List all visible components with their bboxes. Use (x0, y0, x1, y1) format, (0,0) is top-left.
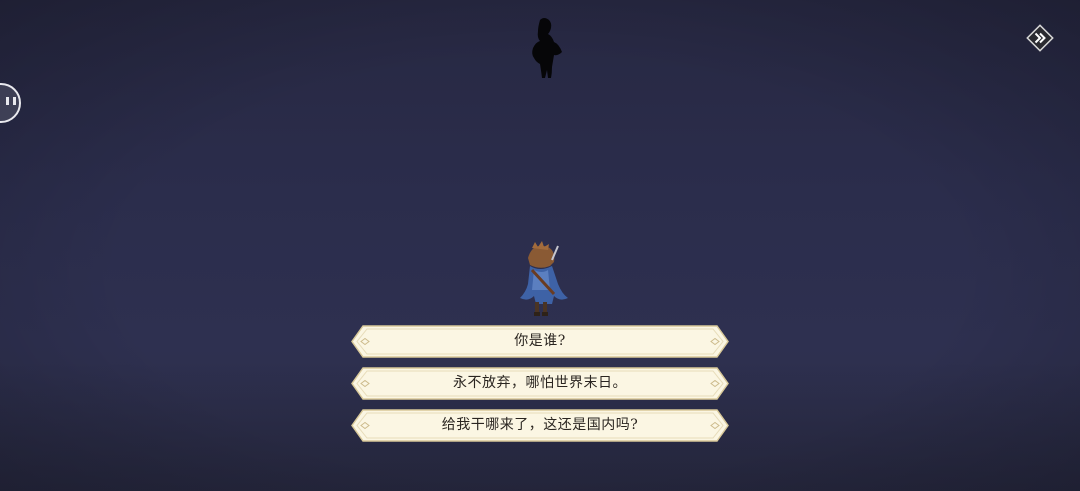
choice-label: 给我干哪来了，这还是国内吗? (441, 417, 639, 433)
choice-label: 永不放弃，哪怕世界末日。 (453, 375, 627, 391)
choice-option-1[interactable]: 你是谁? (351, 325, 729, 358)
chat-bubble-icon (0, 83, 21, 123)
choice-option-3[interactable]: 给我干哪来了，这还是国内吗? (351, 409, 729, 442)
skip-button[interactable] (1026, 24, 1054, 52)
choice-option-2[interactable]: 永不放弃，哪怕世界末日。 (351, 367, 729, 400)
shadow-figure-icon (532, 18, 562, 78)
choice-label: 你是谁? (514, 333, 566, 349)
dialogue-choices: 你是谁? 永不放弃，哪怕世界末日。 给我干哪来了，这还是国内吗? (351, 325, 729, 451)
fast-forward-icon (1026, 24, 1054, 52)
hero-character-icon (520, 241, 568, 316)
side-menu-button[interactable] (0, 82, 22, 124)
